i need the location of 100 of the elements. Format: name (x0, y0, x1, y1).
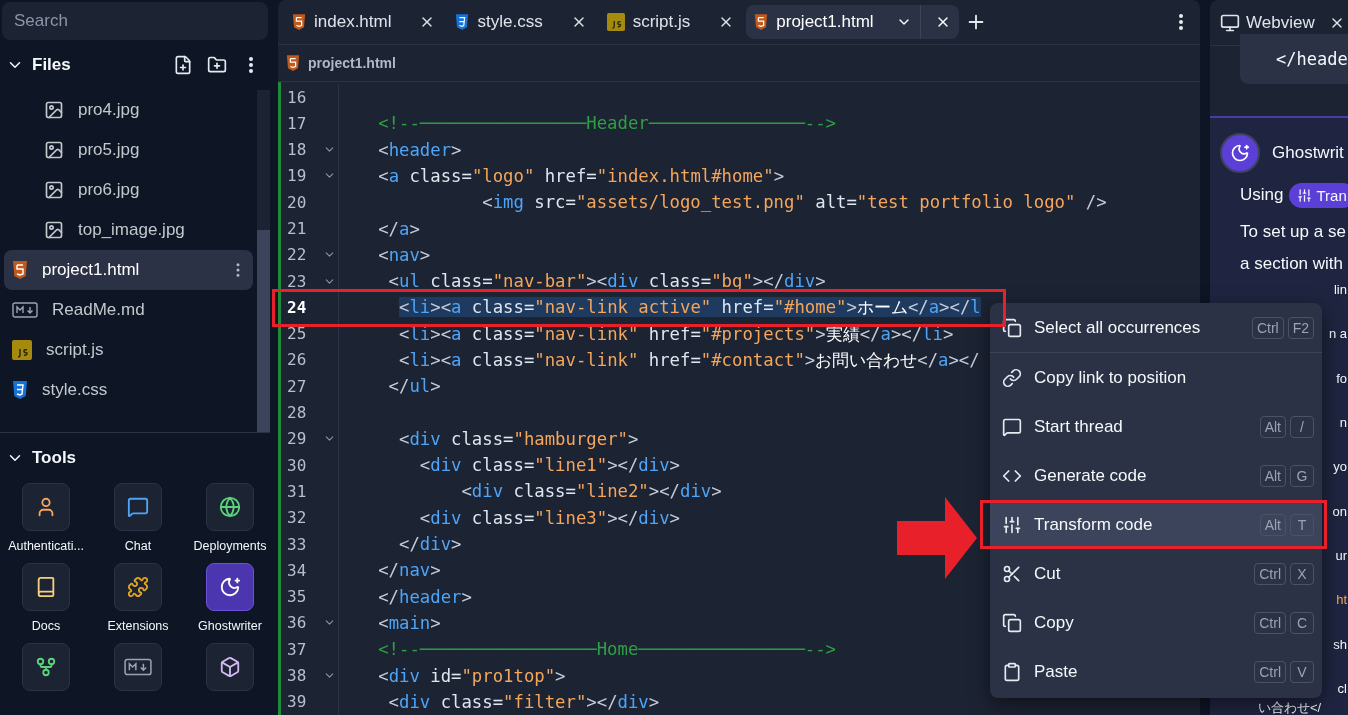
speech-bubble-icon (1002, 416, 1022, 437)
line-number: 31 (286, 481, 308, 501)
moon-icon (219, 576, 241, 598)
shortcut-key: / (1290, 415, 1314, 438)
file-item[interactable]: style.css (4, 370, 253, 410)
breadcrumb[interactable]: project1.html (308, 55, 396, 72)
moon-icon (1230, 143, 1250, 163)
image-icon (44, 100, 64, 120)
line-number: 22 (286, 245, 308, 265)
code-line: <div id="pro1top"> (377, 665, 566, 686)
tool-button[interactable]: Deployments (184, 483, 276, 553)
line-number: 25 (286, 324, 308, 344)
tab-label[interactable]: Webview (1246, 12, 1315, 33)
menu-item[interactable]: Start thread Alt / (990, 402, 1322, 451)
globe-icon (219, 496, 241, 518)
code-line: <li><a class="nav-link active" href="#home">ホーム</a></l (398, 296, 981, 320)
monitor-icon (1220, 12, 1240, 33)
book-icon (35, 576, 57, 598)
chat-text: い合わせ</ (1258, 700, 1322, 715)
chat-text: lin (1334, 282, 1347, 297)
shortcut-key: C (1290, 611, 1314, 634)
chat-text: ht (1336, 592, 1347, 608)
shortcut-key: Ctrl (1254, 562, 1286, 585)
line-number: 36 (286, 613, 308, 633)
shortcut-key: Alt (1259, 464, 1286, 487)
code-line: <header> (377, 139, 462, 160)
line-number: 35 (286, 587, 308, 607)
line-number: 37 (286, 639, 308, 659)
code-line: </a> (377, 218, 420, 239)
search-field[interactable]: Search (2, 2, 268, 40)
shortcut-key: X (1290, 562, 1314, 585)
file-item[interactable]: ReadMe.md (4, 290, 253, 330)
code-line: <div class="line1"></div> (418, 455, 680, 476)
shield-icon (292, 13, 306, 32)
file-item[interactable]: script.js (4, 330, 253, 370)
line-number: 27 (286, 376, 308, 396)
shortcut-key: Ctrl (1254, 660, 1286, 683)
menu-item[interactable]: Copy link to position (990, 353, 1322, 402)
menu-item[interactable]: Copy Ctrl C (990, 598, 1322, 647)
line-number: 17 (286, 113, 308, 133)
file-plus-icon (173, 55, 193, 75)
code-line: </ul> (387, 376, 441, 397)
line-number: 21 (286, 219, 308, 238)
code-line: </div> (398, 534, 462, 555)
script-icon (12, 340, 32, 360)
tool-button[interactable]: Chat (92, 483, 184, 553)
puzzle-icon (127, 576, 149, 598)
line-number: 16 (286, 87, 308, 107)
tool-button[interactable]: Docs (0, 563, 92, 633)
chat-text: fo (1336, 370, 1347, 386)
file-item[interactable]: pro4.jpg (4, 90, 253, 130)
code-line: <li><a class="nav-link" href="#contact">お問い合わせ</a></ (398, 349, 980, 372)
file-tab[interactable]: script.js (598, 5, 743, 40)
menu-item[interactable]: Paste Ctrl V (990, 647, 1322, 696)
menu-item[interactable]: Cut Ctrl X (990, 549, 1322, 598)
line-number: 32 (286, 508, 308, 528)
chat-text: To set up a se (1240, 221, 1347, 243)
more-icon (249, 57, 253, 73)
line-number: 30 (286, 455, 308, 475)
scrollbar[interactable] (257, 90, 270, 432)
file-tab[interactable]: style.css (447, 5, 595, 40)
stacked-pages-icon (1002, 317, 1022, 338)
code-line: <div class="line3"></div> (418, 507, 680, 528)
file-item[interactable]: pro6.jpg (4, 170, 253, 210)
line-number: 39 (286, 692, 308, 712)
tool-chip[interactable]: Tran (1289, 182, 1348, 208)
image-icon (44, 140, 64, 160)
code-line: <!--─────────────────Home────────────────--> (377, 639, 836, 660)
code-line: <nav> (377, 244, 431, 265)
tool-button[interactable]: Authenticati... (0, 483, 92, 553)
shortcut-key: F2 (1287, 316, 1314, 339)
line-number: 38 (286, 666, 308, 686)
shortcut-key: Alt (1259, 415, 1286, 438)
file-item[interactable]: pro5.jpg (4, 130, 253, 170)
shortcut-key: V (1290, 660, 1314, 683)
file-tab[interactable]: index.html (284, 5, 444, 40)
line-number: 28 (286, 403, 308, 423)
file-tab[interactable]: project1.html (746, 5, 959, 40)
link-icon (1002, 367, 1022, 388)
chat-text: on (1332, 503, 1347, 519)
file-item[interactable]: project1.html (4, 250, 253, 290)
chat-text: Using (1240, 184, 1284, 206)
shield-icon (455, 13, 470, 32)
chat-text: n a (1328, 326, 1347, 342)
chat-text: sh (1333, 636, 1347, 652)
shortcut-key: Ctrl (1251, 316, 1284, 339)
shortcut-key: T (1290, 513, 1314, 536)
menu-item[interactable]: Generate code Alt G (990, 451, 1322, 500)
line-number: 18 (286, 140, 308, 160)
more-icon (1179, 14, 1183, 31)
line-number: 23 (286, 271, 308, 291)
file-item[interactable]: top_image.jpg (4, 210, 253, 250)
tool-button[interactable]: Ghostwriter (184, 563, 276, 633)
chat-text: cl (1337, 680, 1347, 696)
section-title: Tools (32, 448, 78, 468)
menu-item[interactable]: Select all occurrences Ctrl F2 (990, 303, 1322, 353)
sliders-icon (1002, 514, 1022, 535)
shortcut-key: G (1290, 464, 1314, 487)
image-icon (44, 220, 64, 240)
tool-button[interactable]: Extensions (92, 563, 184, 633)
